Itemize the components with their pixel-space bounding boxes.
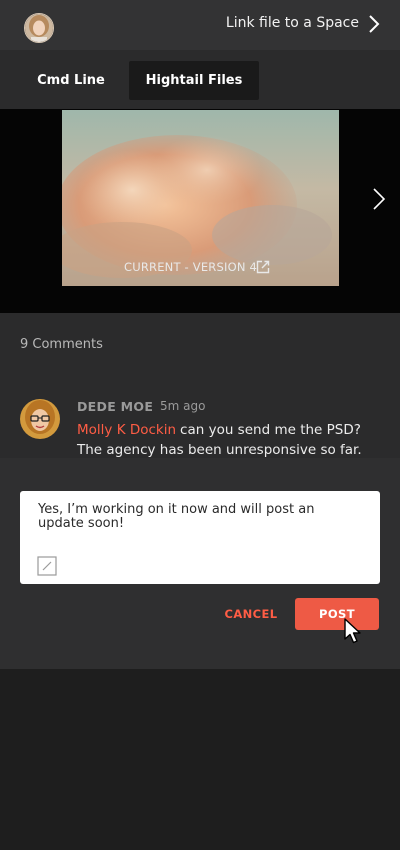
tab-bar: Cmd Line Hightail Files	[0, 50, 400, 109]
comment-time: 5m ago	[160, 399, 206, 413]
external-link-icon[interactable]	[256, 260, 270, 274]
reply-text[interactable]: Yes, I’m working on it now and will post…	[38, 503, 358, 531]
reply-section: Yes, I’m working on it now and will post…	[0, 458, 400, 669]
tab-hightail-files[interactable]: Hightail Files	[129, 61, 259, 100]
version-label: CURRENT - VERSION 4	[123, 260, 258, 274]
chevron-right-icon[interactable]	[368, 14, 380, 34]
comment-mention[interactable]: Molly K Dockin	[77, 422, 176, 438]
tab-cmd-line[interactable]: Cmd Line	[21, 61, 121, 100]
comments-count: 9 Comments	[20, 337, 103, 352]
user-avatar[interactable]	[24, 13, 54, 43]
top-bar: Link file to a Space	[0, 0, 400, 50]
cancel-button[interactable]: CANCEL	[222, 607, 280, 621]
commenter-avatar[interactable]	[20, 399, 60, 439]
link-file-to-space-label[interactable]: Link file to a Space	[226, 15, 359, 31]
reply-input[interactable]: Yes, I’m working on it now and will post…	[20, 491, 380, 584]
comments-section: 9 Comments DEDE MOE 5m ago Molly K Docki…	[0, 313, 400, 458]
next-arrow-icon[interactable]	[372, 187, 386, 211]
comment-body: Molly K Dockin can you send me the PSD? T…	[77, 420, 382, 460]
post-button[interactable]: POST	[295, 598, 379, 630]
file-preview: CURRENT - VERSION 4	[0, 109, 400, 313]
mouse-cursor-icon	[344, 618, 361, 644]
attachment-icon[interactable]	[37, 556, 57, 576]
comment-author: DEDE MOE	[77, 399, 154, 414]
